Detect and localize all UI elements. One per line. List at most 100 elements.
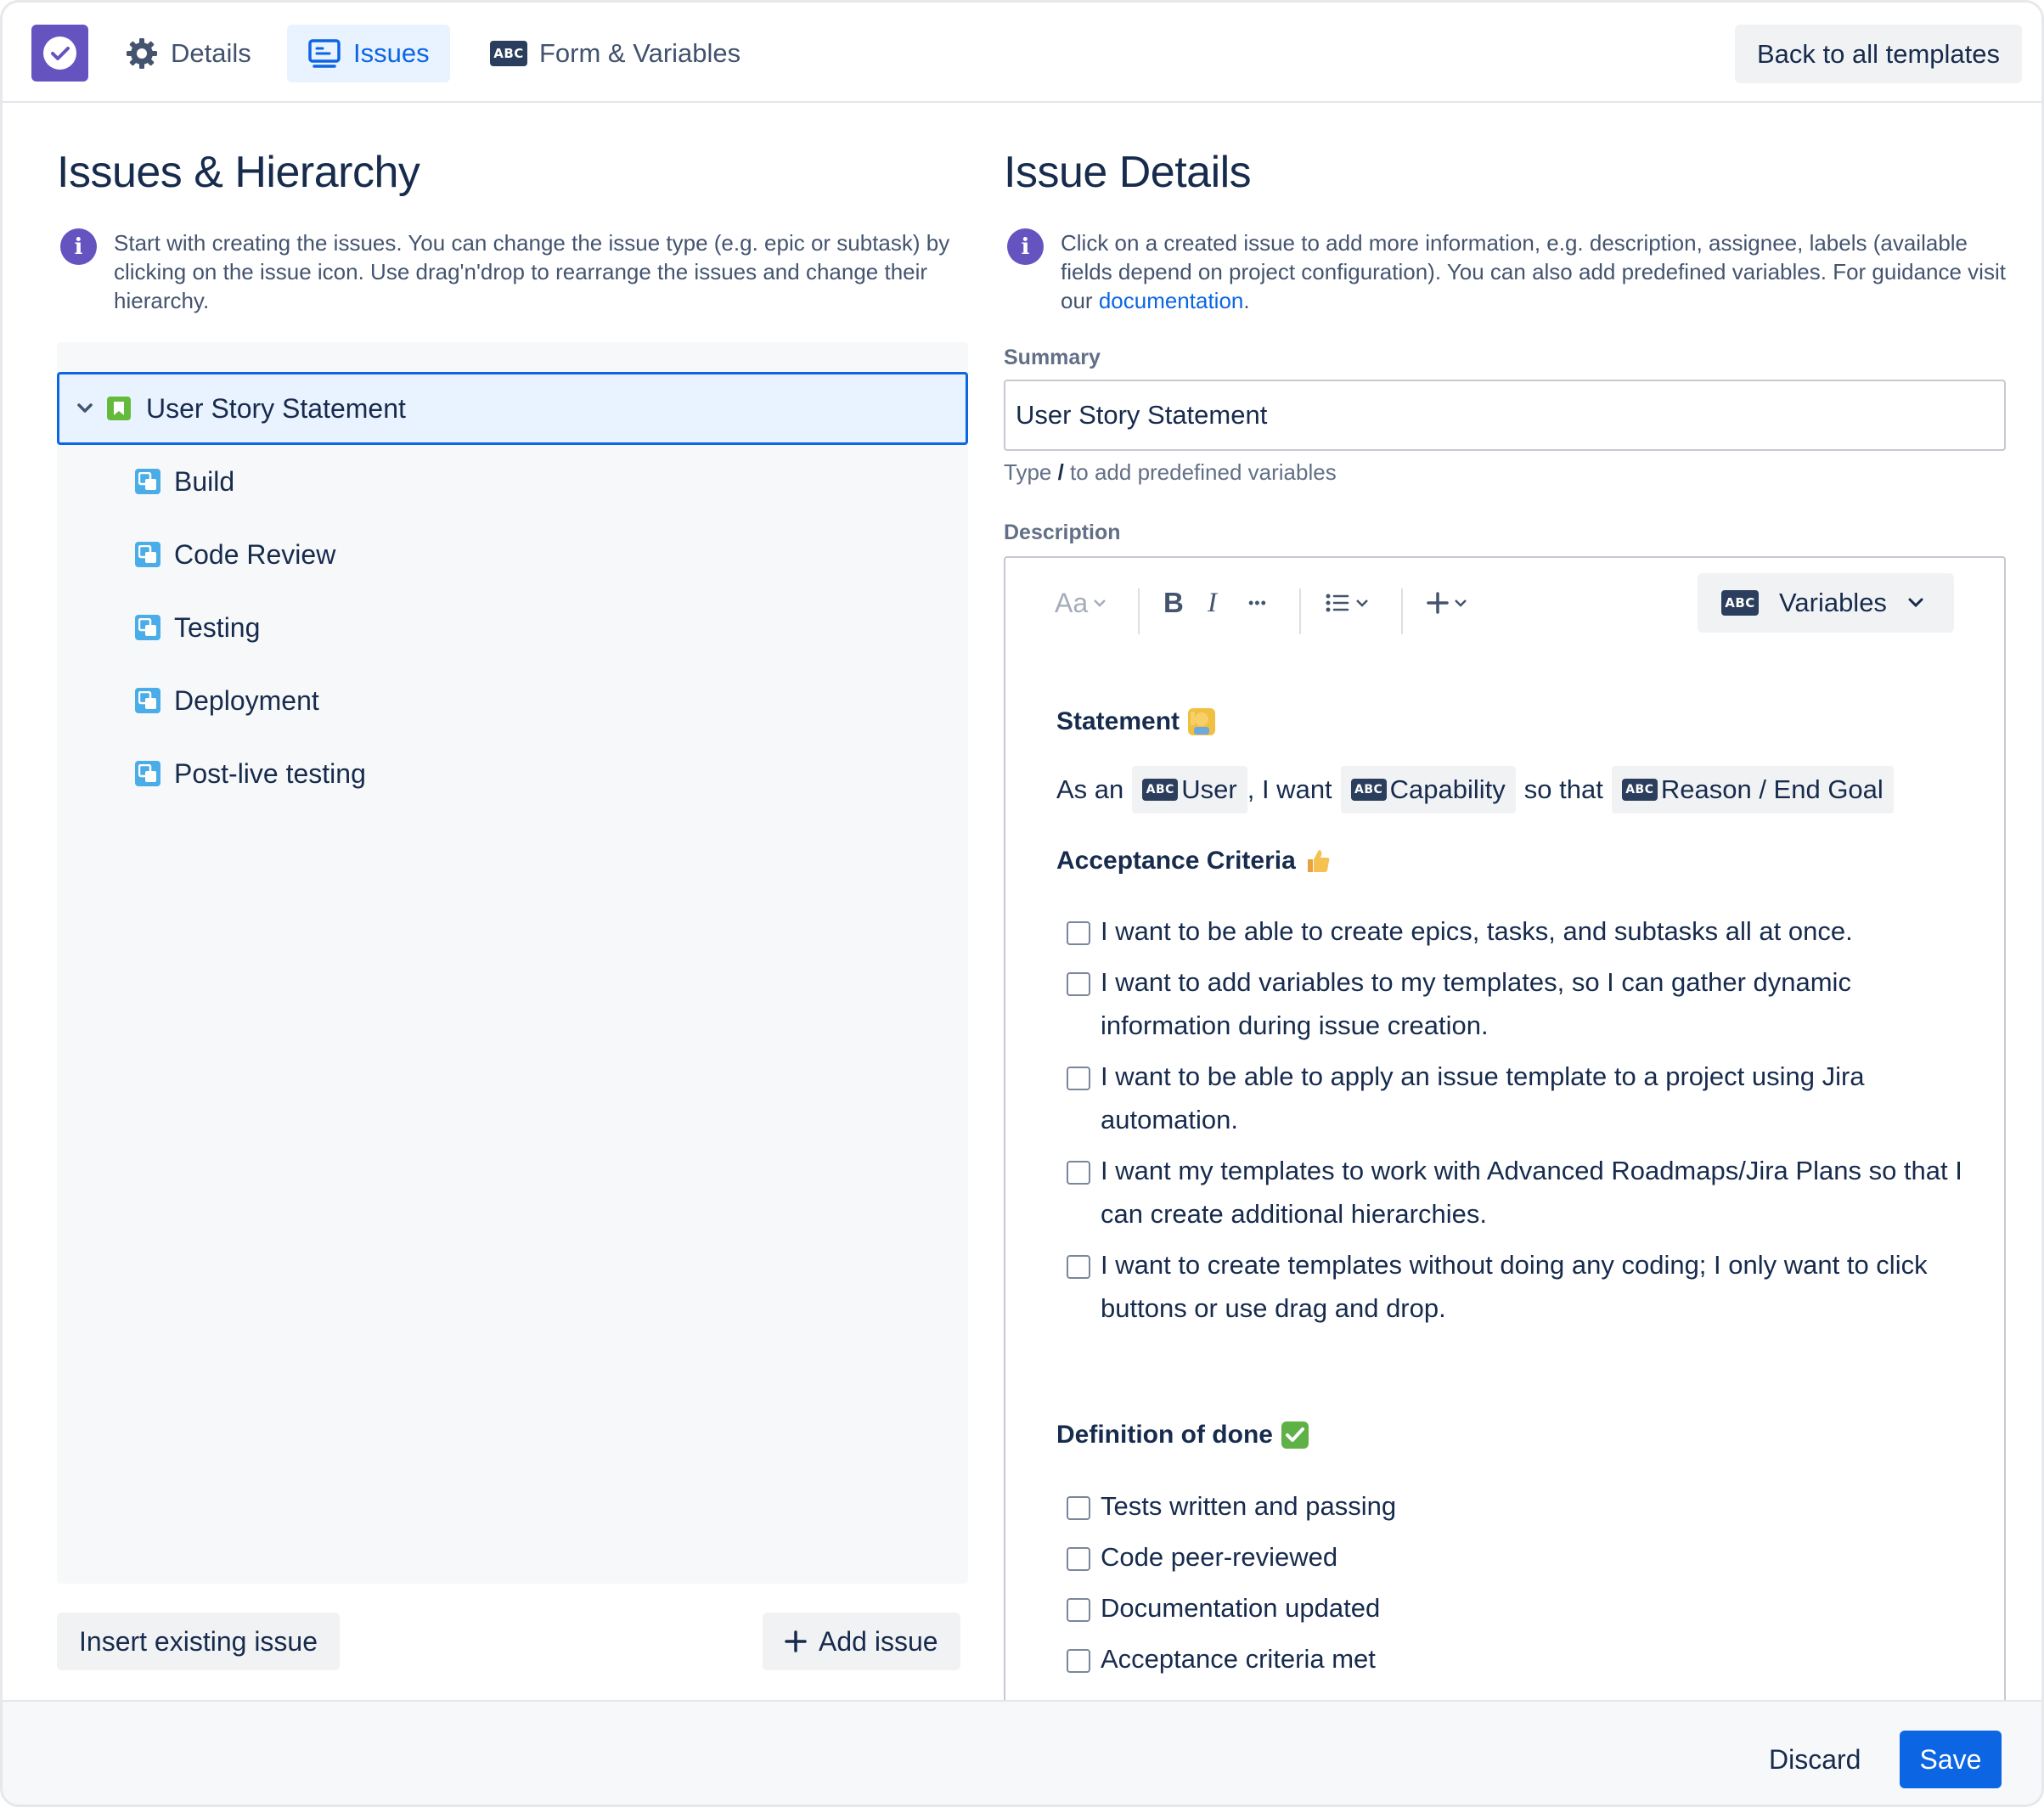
- variable-chip-user[interactable]: ABC User: [1132, 766, 1247, 813]
- checkbox[interactable]: [1067, 921, 1090, 945]
- hint-key: /: [1057, 459, 1064, 485]
- checklist-item: Code peer-reviewed: [1067, 1542, 1967, 1579]
- details-info: i Click on a created issue to add more i…: [1007, 228, 2009, 315]
- tab-issues-label: Issues: [353, 38, 430, 68]
- tree-item-deployment[interactable]: Deployment: [57, 664, 968, 737]
- abc-icon: ABC: [490, 41, 527, 66]
- italic-button[interactable]: I: [1208, 573, 1217, 633]
- bullet-list-icon: [1326, 594, 1349, 612]
- hint-prefix: Type: [1004, 459, 1058, 485]
- top-nav: Details Issues ABC Form & Variables Back…: [3, 3, 2041, 103]
- list-dropdown[interactable]: [1325, 573, 1369, 633]
- checklist-item: Tests written and passing: [1067, 1491, 1967, 1528]
- tree-item-build[interactable]: Build: [57, 445, 968, 518]
- subtask-icon[interactable]: [135, 615, 160, 640]
- add-issue-button[interactable]: Add issue: [763, 1613, 960, 1670]
- acceptance-heading-text: Acceptance Criteria: [1056, 847, 1296, 875]
- info-icon: i: [60, 228, 97, 265]
- save-button[interactable]: Save: [1900, 1731, 2002, 1788]
- plus-icon: [1427, 592, 1449, 614]
- abc-icon: ABC: [1721, 590, 1759, 616]
- check-mark-emoji-icon: [1281, 1421, 1309, 1449]
- checkbox[interactable]: [1067, 1161, 1090, 1185]
- checklist-item-text: Documentation updated: [1101, 1593, 1381, 1623]
- tree-item-root[interactable]: User Story Statement: [57, 372, 968, 445]
- add-issue-label: Add issue: [819, 1625, 938, 1657]
- subtask-icon[interactable]: [135, 542, 160, 567]
- checkbox[interactable]: [1067, 1547, 1090, 1571]
- back-to-templates-button[interactable]: Back to all templates: [1734, 25, 2022, 83]
- checklist-item-text: I want to be able to create epics, tasks…: [1101, 916, 1853, 946]
- checkbox[interactable]: [1067, 1255, 1090, 1279]
- variables-dropdown[interactable]: ABC Variables: [1698, 573, 1954, 633]
- more-formatting-button[interactable]: •••: [1248, 573, 1267, 633]
- toolbar-divider: [1299, 588, 1301, 634]
- description-editor[interactable]: Aa B I ••• ABC Variables Statement As an…: [1004, 556, 2006, 1745]
- abc-icon: ABC: [1621, 779, 1658, 801]
- insert-existing-issue-label: Insert existing issue: [79, 1625, 318, 1657]
- summary-hint: Type / to add predefined variables: [1004, 459, 1337, 486]
- statement-text-so-that: so that: [1523, 774, 1603, 804]
- dod-heading-text: Definition of done: [1056, 1421, 1273, 1449]
- details-info-suffix: .: [1243, 288, 1250, 313]
- checkbox[interactable]: [1067, 1649, 1090, 1673]
- insert-existing-issue-button[interactable]: Insert existing issue: [57, 1613, 341, 1670]
- documentation-link[interactable]: documentation: [1099, 288, 1244, 313]
- abc-icon: ABC: [1350, 779, 1387, 801]
- tree-item-testing[interactable]: Testing: [57, 591, 968, 664]
- variable-chip-capability[interactable]: ABC Capability: [1340, 766, 1516, 813]
- chevron-down-icon: [1908, 598, 1923, 608]
- subtask-icon[interactable]: [135, 469, 160, 494]
- checklist-item-text: Tests written and passing: [1101, 1491, 1397, 1521]
- tab-form-variables[interactable]: ABC Form & Variables: [470, 25, 761, 82]
- tree-item-label: Code Review: [174, 538, 336, 570]
- statement-heading-text: Statement: [1056, 707, 1180, 735]
- issue-tree: User Story Statement Build Code Review T…: [57, 342, 968, 1584]
- info-icon: i: [1007, 228, 1044, 265]
- insert-dropdown[interactable]: [1427, 573, 1467, 633]
- statement-text-i-want: , I want: [1247, 774, 1332, 804]
- summary-input[interactable]: [1004, 380, 2006, 451]
- subtask-icon[interactable]: [135, 688, 160, 713]
- statement-line: As an ABC User , I want ABC Capability s…: [1056, 766, 1902, 813]
- variables-label: Variables: [1779, 588, 1887, 617]
- tree-item-label: Post-live testing: [174, 757, 366, 789]
- tab-details[interactable]: Details: [104, 25, 272, 82]
- checklist-item-text: Code peer-reviewed: [1101, 1542, 1338, 1572]
- checklist-item-text: I want to be able to apply an issue temp…: [1101, 1061, 1865, 1134]
- raising-hand-emoji-icon: [1188, 708, 1216, 735]
- chevron-down-icon: [1356, 600, 1368, 607]
- subtask-icon[interactable]: [135, 761, 160, 786]
- editor-toolbar: Aa B I ••• ABC Variables: [1005, 573, 2004, 634]
- tab-issues[interactable]: Issues: [287, 25, 450, 82]
- app-logo[interactable]: [31, 25, 88, 82]
- issues-info-text: Start with creating the issues. You can …: [114, 230, 950, 313]
- issues-hierarchy-title: Issues & Hierarchy: [57, 148, 420, 197]
- story-icon[interactable]: [107, 397, 131, 420]
- acceptance-heading: Acceptance Criteria: [1056, 847, 1332, 875]
- checkbox[interactable]: [1067, 1598, 1090, 1622]
- variable-chip-label: Capability: [1389, 774, 1506, 804]
- issues-info: i Start with creating the issues. You ca…: [60, 228, 973, 315]
- variable-chip-reason[interactable]: ABC Reason / End Goal: [1611, 766, 1894, 813]
- checkbox[interactable]: [1067, 972, 1090, 996]
- app-window: Details Issues ABC Form & Variables Back…: [0, 0, 2044, 1807]
- statement-heading: Statement: [1056, 707, 1216, 736]
- summary-label: Summary: [1004, 346, 1101, 369]
- tree-item-code-review[interactable]: Code Review: [57, 518, 968, 591]
- checklist-item: I want to be able to apply an issue temp…: [1067, 1061, 1967, 1141]
- abc-icon: ABC: [1142, 779, 1179, 801]
- checklist-item: Documentation updated: [1067, 1593, 1967, 1630]
- tree-item-post-live-testing[interactable]: Post-live testing: [57, 737, 968, 810]
- text-style-dropdown[interactable]: Aa: [1055, 573, 1106, 633]
- check-icon: [51, 47, 70, 60]
- chevron-down-icon: [1094, 600, 1106, 607]
- bold-button[interactable]: B: [1163, 573, 1184, 633]
- checkbox[interactable]: [1067, 1496, 1090, 1520]
- checklist-item: I want to create templates without doing…: [1067, 1250, 1967, 1330]
- chevron-down-icon[interactable]: [76, 402, 95, 414]
- monitor-icon: [308, 39, 341, 68]
- discard-button[interactable]: Discard: [1748, 1731, 1881, 1788]
- checkbox[interactable]: [1067, 1067, 1090, 1090]
- tree-item-label: Testing: [174, 611, 261, 643]
